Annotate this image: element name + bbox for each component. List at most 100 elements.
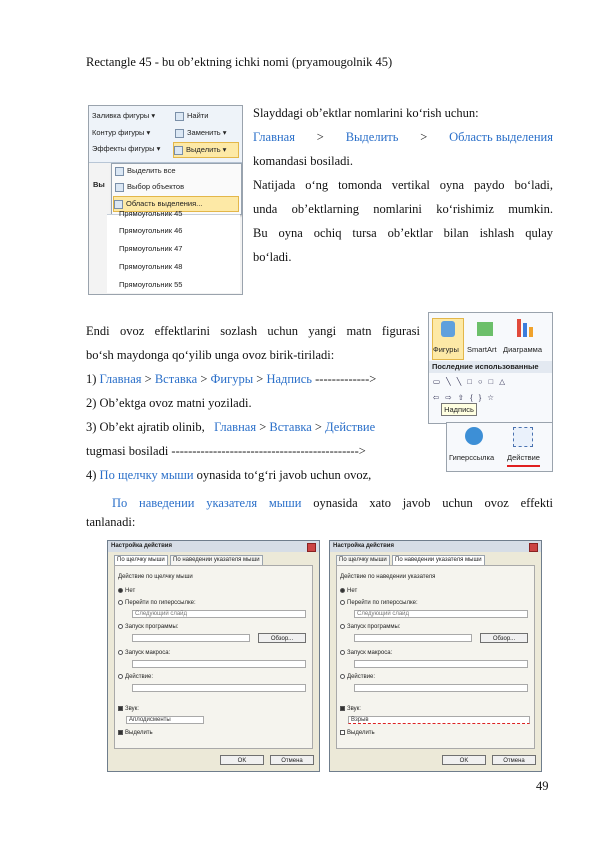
menu-select-all[interactable]: Выделить все — [115, 164, 176, 178]
replace-button[interactable]: Заменить ▾ — [175, 126, 227, 140]
ribbon-outline-item[interactable]: Контур фигуры ▾ — [92, 126, 150, 140]
path-sep: > — [259, 420, 267, 434]
action-group-label: Действие по щелчку мыши — [118, 574, 193, 580]
ribbon-effects-item[interactable]: Эффекты фигуры ▾ — [92, 142, 160, 156]
path-select: Выделить — [345, 130, 399, 144]
diagram-label[interactable]: Диаграмма — [503, 343, 542, 357]
globe-icon — [465, 427, 483, 445]
browse-button[interactable]: Обзор... — [480, 633, 528, 643]
sound-select[interactable]: Взрыв — [348, 716, 530, 724]
sound-checkbox[interactable]: Звук: — [118, 705, 139, 713]
close-icon[interactable] — [307, 543, 316, 552]
cancel-button[interactable]: Отмена — [492, 755, 536, 765]
option-action[interactable]: Действие: — [340, 673, 375, 681]
para1-line6: Bu oyna ochiq tursa ob’ektlar bilan ishl… — [253, 226, 553, 240]
option-label: Запуск программы: — [347, 624, 401, 630]
path-home: Главная — [99, 372, 142, 386]
macro-select[interactable] — [132, 660, 306, 668]
cancel-button[interactable]: Отмена — [270, 755, 314, 765]
option-none[interactable]: Нет — [118, 587, 135, 595]
action-settings-dialog-click: Настройка действия По щелчку мыши По нав… — [107, 540, 320, 772]
radio-icon — [340, 673, 345, 679]
path-sep: > — [256, 372, 264, 386]
option-label: Запуск макроса: — [347, 650, 393, 656]
select-dropdown-button[interactable]: Выделить ▾ — [173, 142, 239, 158]
find-button[interactable]: Найти — [175, 109, 208, 123]
step5-text: oynasida xato javob uchun ovoz effekti — [313, 496, 554, 510]
on-hover-tab-name: По наведении указателя мыши — [112, 496, 302, 510]
checkbox-icon — [340, 705, 345, 711]
path-insert: Вставка — [269, 420, 312, 434]
sound-select[interactable]: Аплодисменты — [126, 716, 204, 724]
radio-icon — [340, 649, 345, 655]
option-program[interactable]: Запуск программы: — [118, 623, 178, 631]
replace-icon — [175, 128, 184, 138]
step3-text: 3) Ob’ekt ajratib olinib, — [86, 420, 205, 434]
para1-line1: Slayddagi ob’ektlar nomlarini ko‘rish uc… — [253, 106, 479, 120]
path-sep: > — [200, 372, 208, 386]
list-item[interactable]: Прямоугольник 47 — [119, 242, 182, 256]
browse-button[interactable]: Обзор... — [258, 633, 306, 643]
highlight-checkbox[interactable]: Выделить — [118, 729, 153, 737]
para1-line5: unda ob’ektlarning nomlarini ko‘rishimiz… — [253, 202, 553, 216]
insert-ribbon-screenshot: Фигуры SmartArt Диаграмма Последние испо… — [428, 312, 553, 424]
menu-select-objects[interactable]: Выбор объектов — [115, 180, 184, 194]
path-sep: > — [314, 420, 322, 434]
page-number: 49 — [536, 779, 549, 793]
textbox-tooltip: Надпись — [441, 403, 477, 416]
ok-button[interactable]: OK — [220, 755, 264, 765]
binoculars-icon — [175, 111, 184, 121]
macro-select[interactable] — [354, 660, 528, 668]
sound-checkbox[interactable]: Звук: — [340, 705, 361, 713]
select-all-icon — [115, 166, 124, 176]
action-settings-dialog-hover: Настройка действия По щелчку мыши По нав… — [329, 540, 542, 772]
ribbon-fill-item[interactable]: Заливка фигуры ▾ — [92, 109, 155, 123]
smartart-label[interactable]: SmartArt — [467, 343, 497, 357]
action-select[interactable] — [354, 684, 528, 692]
list-item[interactable]: Прямоугольник 45 — [119, 207, 182, 221]
path-sep: > — [144, 372, 152, 386]
option-none[interactable]: Нет — [340, 587, 357, 595]
option-label: Действие: — [125, 674, 154, 680]
ok-button[interactable]: OK — [442, 755, 486, 765]
step4-line: 4) По щелчку мыши oynasida to‘g‘ri javob… — [86, 466, 371, 485]
radio-icon — [340, 587, 345, 593]
option-hyperlink[interactable]: Перейти по гиперссылке: — [340, 599, 418, 607]
program-input[interactable] — [132, 634, 250, 642]
option-macro[interactable]: Запуск макроса: — [340, 649, 392, 657]
option-action[interactable]: Действие: — [118, 673, 153, 681]
tab-on-click[interactable]: По щелчку мыши — [114, 555, 168, 565]
shape-gallery-row[interactable]: ▭ ╲ ╲ □ ○ □ △ — [433, 375, 507, 389]
para1-line4: Natijada o‘ng tomonda vertikal oyna payd… — [253, 178, 553, 192]
program-input[interactable] — [354, 634, 472, 642]
option-hyperlink[interactable]: Перейти по гиперссылке: — [118, 599, 196, 607]
para1-line7: bo‘ladi. — [253, 250, 292, 264]
hyperlink-button[interactable]: Гиперссылка — [449, 451, 494, 465]
highlight-checkbox[interactable]: Выделить — [340, 729, 375, 737]
cursor-icon — [174, 145, 183, 155]
hyperlink-select[interactable]: Следующий слайд — [132, 610, 306, 618]
action-select[interactable] — [132, 684, 306, 692]
step2-line: 2) Ob’ektga ovoz matni yoziladi. — [86, 396, 252, 410]
recent-shapes-header: Последние использованные — [429, 361, 552, 373]
option-program[interactable]: Запуск программы: — [340, 623, 400, 631]
list-item[interactable]: Прямоугольник 48 — [119, 260, 182, 274]
option-label: Нет — [125, 588, 136, 594]
list-item[interactable]: Прямоугольник 46 — [119, 224, 182, 238]
option-macro[interactable]: Запуск макроса: — [118, 649, 170, 657]
hyperlink-select[interactable]: Следующий слайд — [354, 610, 528, 618]
menu-select-all-label: Выделить все — [127, 166, 176, 175]
radio-icon — [118, 599, 123, 605]
checkbox-icon — [118, 705, 123, 711]
highlight-label: Выделить — [347, 730, 375, 736]
close-icon[interactable] — [529, 543, 538, 552]
path-insert: Вставка — [154, 372, 198, 386]
find-label: Найти — [187, 111, 209, 120]
list-item[interactable]: Прямоугольник 55 — [119, 278, 182, 292]
checkbox-icon — [340, 729, 345, 735]
tab-on-hover[interactable]: По наведении указателя мыши — [392, 555, 485, 565]
action-button[interactable]: Действие — [507, 451, 540, 467]
path-home: Главная — [214, 420, 257, 434]
radio-icon — [118, 649, 123, 655]
sound-label: Звук: — [347, 706, 361, 712]
